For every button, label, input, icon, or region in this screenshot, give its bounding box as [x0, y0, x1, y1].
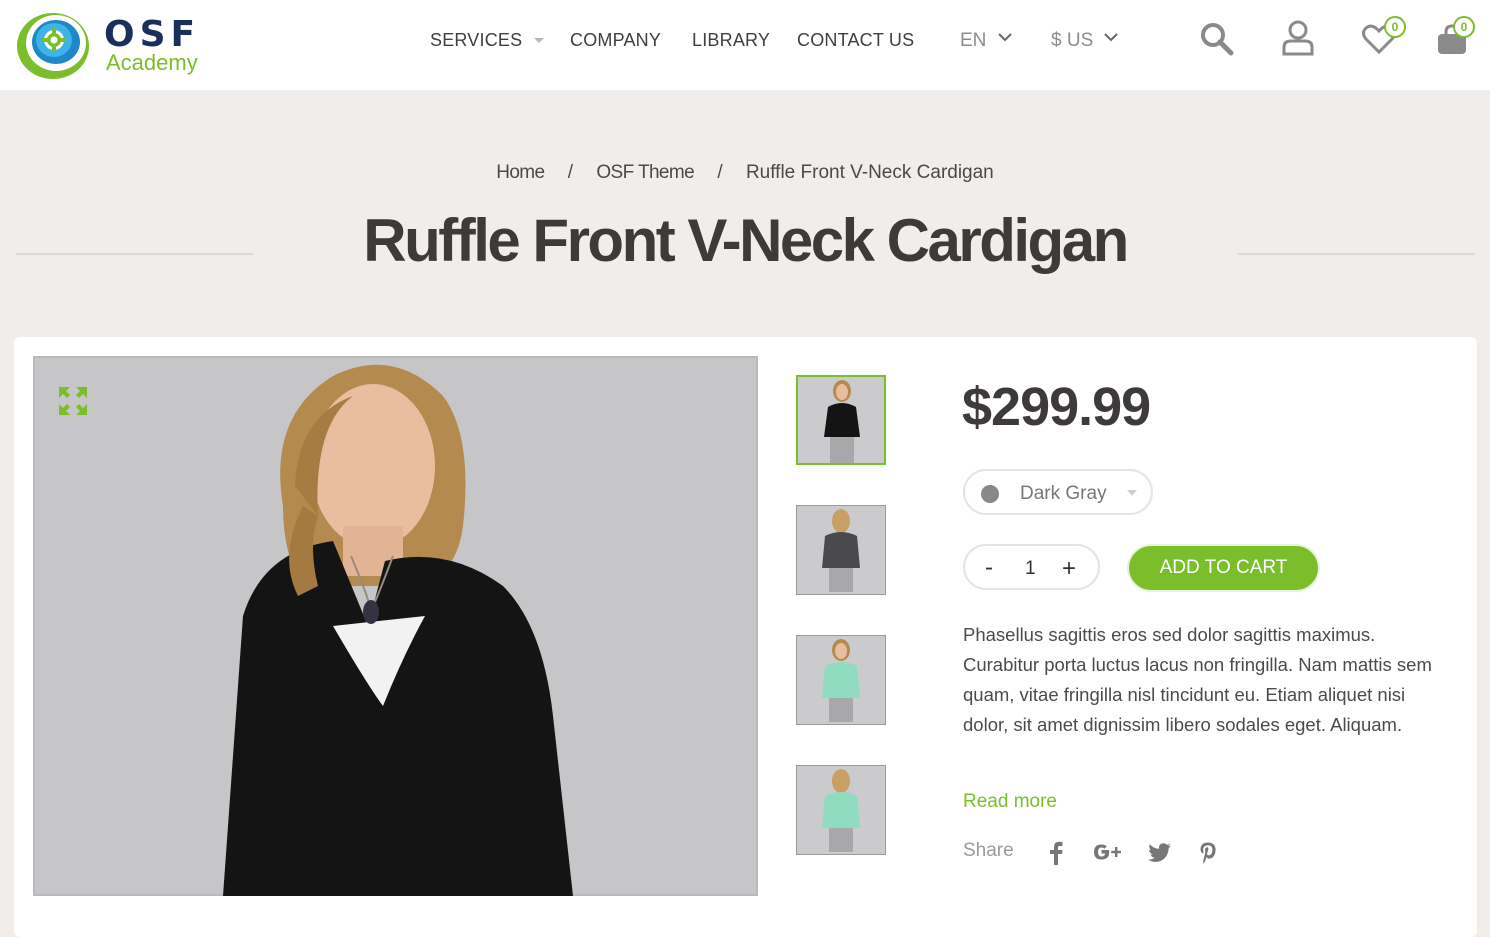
product-thumbnail[interactable]	[796, 375, 886, 465]
nav-item-contact-us[interactable]: CONTACT US	[797, 30, 914, 51]
caret-down-icon	[1127, 490, 1137, 496]
currency-chevron-down-icon[interactable]	[1104, 33, 1118, 42]
color-select[interactable]: Dark Gray	[963, 469, 1153, 515]
product-thumbnail[interactable]	[796, 635, 886, 725]
site-header: OSF Academy SERVICES COMPANY LIBRARY CON…	[0, 0, 1490, 90]
logo-mark-icon	[17, 13, 89, 79]
cart-count-badge: 0	[1453, 16, 1475, 38]
add-to-cart-button[interactable]: ADD TO CART	[1127, 544, 1320, 592]
brand-name: OSF	[104, 14, 201, 55]
currency-select[interactable]: $ US	[1051, 30, 1093, 52]
nav-item-services[interactable]: SERVICES	[430, 30, 522, 51]
search-icon[interactable]	[1199, 21, 1235, 57]
model-photo	[33, 356, 758, 896]
read-more-link[interactable]: Read more	[963, 791, 1057, 813]
thumbnail-mint-back	[797, 766, 885, 854]
google-plus-icon[interactable]	[1093, 842, 1121, 862]
thumbnail-gray-back	[797, 506, 885, 594]
expand-image-icon[interactable]	[58, 386, 88, 416]
quantity-input[interactable]: 1	[1025, 558, 1036, 580]
facebook-icon[interactable]	[1048, 841, 1064, 865]
share-label: Share	[963, 840, 1014, 861]
breadcrumb-home[interactable]: Home	[496, 162, 545, 184]
breadcrumb-current: Ruffle Front V-Neck Cardigan	[745, 162, 994, 183]
product-description: Phasellus sagittis eros sed dolor sagitt…	[963, 624, 1432, 735]
product-price: $299.99	[962, 377, 1151, 437]
thumbnail-mint-front	[797, 636, 885, 724]
nav-item-library[interactable]: LIBRARY	[692, 30, 770, 51]
product-thumbnail[interactable]	[796, 505, 886, 595]
services-dropdown-arrow-icon[interactable]	[534, 38, 544, 43]
thumbnail-black-front	[798, 377, 884, 463]
quantity-increase-button[interactable]: +	[1062, 555, 1076, 583]
breadcrumb-separator: /	[567, 162, 574, 183]
product-thumbnail[interactable]	[796, 765, 886, 855]
product-main-image[interactable]	[33, 356, 758, 896]
color-swatch	[981, 485, 999, 503]
nav-item-company[interactable]: COMPANY	[570, 30, 661, 51]
language-select[interactable]: EN	[960, 30, 986, 52]
breadcrumb-separator: /	[717, 162, 723, 183]
language-chevron-down-icon[interactable]	[998, 33, 1012, 42]
breadcrumb-osf-theme[interactable]: OSF Theme	[596, 162, 694, 184]
page-title: Ruffle Front V-Neck Cardigan	[363, 207, 1129, 274]
user-icon[interactable]	[1281, 20, 1315, 56]
quantity-stepper: - 1 +	[963, 544, 1100, 590]
twitter-icon[interactable]	[1148, 843, 1172, 863]
wishlist-count-badge: 0	[1384, 16, 1406, 38]
color-select-value: Dark Gray	[1020, 483, 1107, 504]
breadcrumb: Home / OSF Theme / Ruffle Front V-Neck C…	[0, 162, 1490, 184]
brand-tagline: Academy	[106, 50, 198, 75]
quantity-decrease-button[interactable]: -	[985, 554, 993, 582]
pinterest-icon[interactable]	[1199, 842, 1217, 864]
